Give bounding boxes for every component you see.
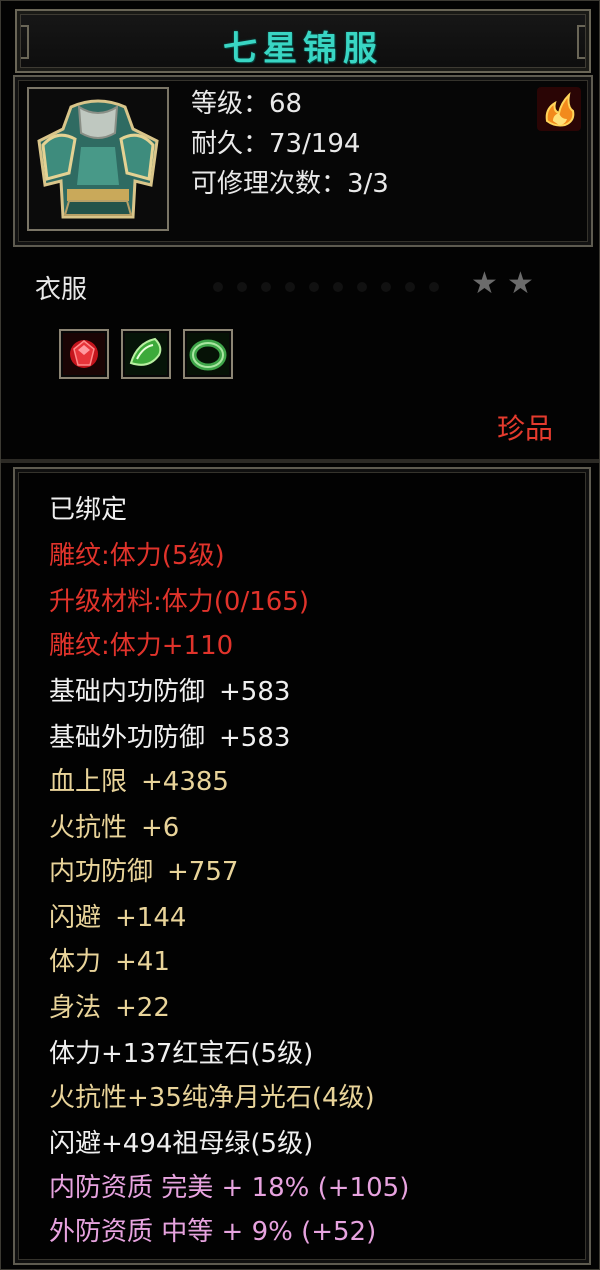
- title-bar: 七星锦服: [15, 9, 591, 73]
- property-line: 火抗性+35纯净月光石(4级): [49, 1083, 375, 1113]
- property-line: 基础内功防御 +583: [49, 677, 291, 707]
- star-icon: ★: [471, 266, 498, 301]
- item-durability: 耐久：73/194: [191, 129, 361, 159]
- fire-icon: [537, 87, 581, 131]
- ruby-gem-icon[interactable]: [59, 329, 109, 379]
- property-line: 体力 +41: [49, 947, 170, 977]
- property-line: 体力+137红宝石(5级): [49, 1039, 314, 1069]
- armor-robe-icon: [27, 87, 169, 231]
- property-line: 内防资质 完美 + 18% (+105): [49, 1173, 410, 1203]
- jade-ring-icon[interactable]: [183, 329, 233, 379]
- rarity-label: 珍品: [496, 412, 553, 445]
- item-tooltip: 七星锦服 等级：68 耐久：73/194 可修理次数：3/3 衣服 ★ ★ 珍品…: [0, 0, 600, 1270]
- property-line: 雕纹:体力(5级): [49, 541, 225, 571]
- section-divider: [1, 459, 599, 463]
- property-line: 基础外功防御 +583: [49, 723, 291, 753]
- property-line: 雕纹:体力+110: [49, 631, 234, 661]
- item-repair-count: 可修理次数：3/3: [191, 169, 389, 199]
- property-line: 外防资质 中等 + 9% (+52): [49, 1217, 377, 1247]
- property-line: 已绑定: [49, 495, 128, 525]
- item-name: 七星锦服: [223, 29, 383, 69]
- item-header-panel: 等级：68 耐久：73/194 可修理次数：3/3: [13, 75, 593, 247]
- property-panel: 已绑定 雕纹:体力(5级) 升级材料:体力(0/165) 雕纹:体力+110 基…: [13, 467, 591, 1265]
- item-type: 衣服: [35, 275, 88, 305]
- property-line: 闪避 +144: [49, 903, 187, 933]
- property-line: 内功防御 +757: [49, 857, 239, 887]
- emerald-gem-icon[interactable]: [121, 329, 171, 379]
- star-track: [213, 277, 453, 296]
- star-icon: ★: [507, 266, 534, 301]
- property-line: 火抗性 +6: [49, 813, 180, 843]
- item-level: 等级：68: [191, 89, 303, 119]
- property-line: 升级材料:体力(0/165): [49, 587, 309, 617]
- property-line: 闪避+494祖母绿(5级): [49, 1129, 314, 1159]
- property-line: 血上限 +4385: [49, 767, 229, 797]
- property-line: 身法 +22: [49, 993, 170, 1023]
